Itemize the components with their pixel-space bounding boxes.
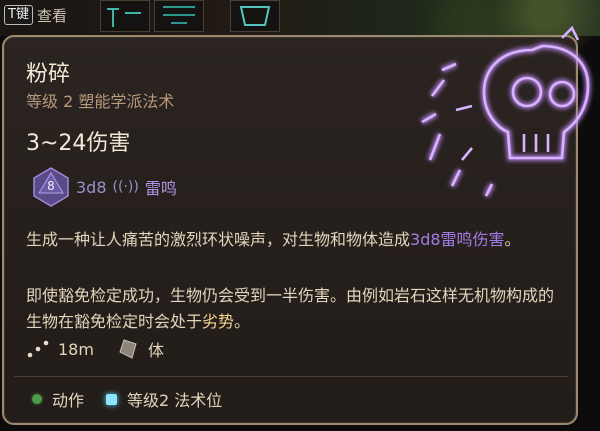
d8-label: 8 — [47, 179, 55, 193]
hotbar-slot[interactable] — [230, 0, 280, 32]
action-cost: 动作 — [52, 391, 85, 410]
spell-icon — [239, 6, 271, 26]
spell-meta: 18m 体 — [26, 337, 164, 361]
inspect-hint: T键 查看 — [4, 3, 67, 27]
spell-slot-cost: 等级2 法术位 — [127, 391, 223, 410]
divider — [14, 376, 568, 377]
shield-icon — [119, 339, 137, 359]
spell-slot-icon — [106, 393, 118, 405]
save-ability: 体 — [147, 341, 164, 360]
disadvantage-highlight: 劣势 — [202, 312, 235, 331]
key-hint: T键 — [4, 5, 33, 25]
damage-type: 雷鸣 — [144, 179, 177, 198]
hotbar-slot[interactable] — [100, 0, 150, 32]
spell-icon — [107, 8, 141, 27]
hotbar-slot[interactable] — [154, 0, 204, 32]
dice-info: 8 3d8 ((·)) 雷鸣 — [32, 167, 177, 207]
thunder-icon: ((·)) — [112, 179, 139, 195]
spell-cost: 动作 等级2 法术位 — [32, 387, 222, 411]
d8-dice-icon: 8 — [33, 167, 69, 207]
spell-icon — [163, 6, 195, 24]
spell-description: 生成一种让人痛苦的激烈环状噪声，对生物和物体造成3d8雷鸣伤害。 — [26, 230, 521, 249]
spell-name: 粉碎 — [26, 62, 71, 87]
dice-count: 3d8 — [76, 177, 107, 197]
hint-label: 查看 — [36, 6, 67, 25]
spell-damage: 3~24伤害 — [26, 131, 131, 156]
damage-highlight: 3d8雷鸣伤害 — [410, 230, 505, 249]
range-value: 18m — [58, 339, 94, 359]
spell-subtitle: 等级 2 塑能学派法术 — [26, 92, 175, 111]
action-icon — [32, 394, 42, 404]
spell-note: 即使豁免检定成功，生物仍会受到一半伤害。由例如岩石这样无机物构成的生物在豁免检定… — [26, 286, 555, 331]
range-icon — [27, 340, 49, 358]
spell-skull-icon — [420, 25, 592, 198]
